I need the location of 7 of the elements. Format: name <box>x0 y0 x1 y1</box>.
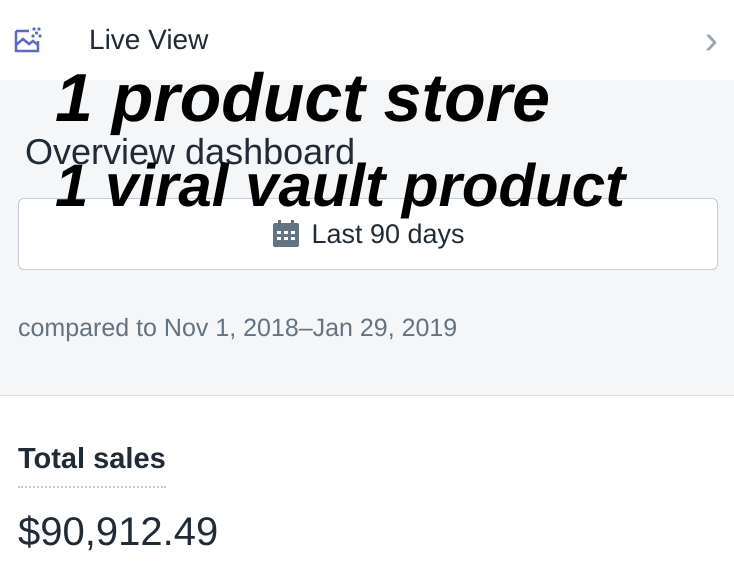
metric-value: $90,912.49 <box>18 508 220 556</box>
live-view-icon <box>12 25 42 55</box>
chevron-icon: › <box>704 20 718 60</box>
comparison-text: compared to Nov 1, 2018–Jan 29, 2019 <box>18 313 458 344</box>
metric-label[interactable]: Total sales <box>18 438 166 488</box>
live-view-label[interactable]: Live View <box>89 19 208 61</box>
calendar-icon <box>271 219 302 249</box>
